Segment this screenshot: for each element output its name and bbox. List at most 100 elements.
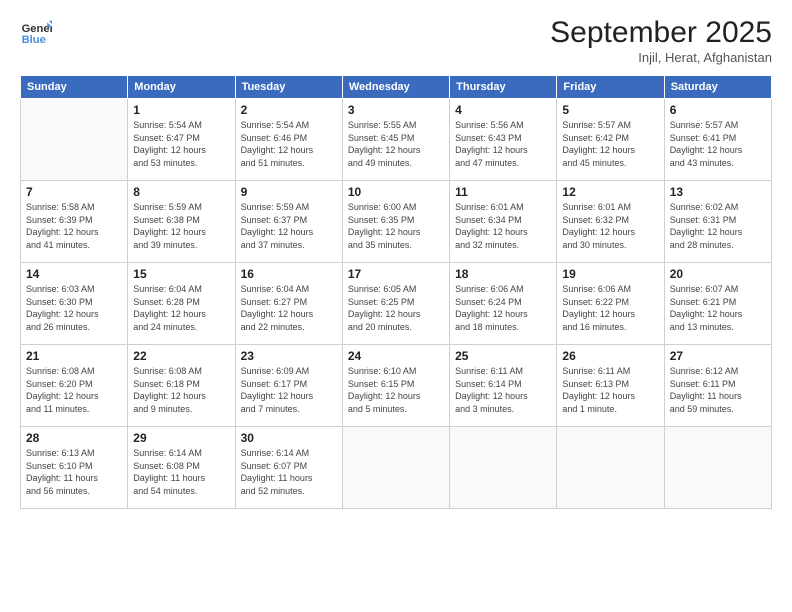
cell-3-2: 23 Sunrise: 6:09 AM Sunset: 6:17 PM Dayli… — [235, 345, 342, 427]
day-info-0-5: Sunrise: 5:57 AM Sunset: 6:42 PM Dayligh… — [562, 119, 658, 169]
cell-2-3: 17 Sunrise: 6:05 AM Sunset: 6:25 PM Dayli… — [342, 263, 449, 345]
cell-1-6: 13Sunrise: 6:02 AM Sunset: 6:31 PM Dayli… — [664, 181, 771, 263]
cell-1-3: 10 Sunrise: 6:00 AM Sunset: 6:35 PM Dayli… — [342, 181, 449, 263]
day-info-4-2: Sunrise: 6:14 AM Sunset: 6:07 PM Dayligh… — [241, 447, 337, 497]
day-info-3-4: Sunrise: 6:11 AM Sunset: 6:14 PM Dayligh… — [455, 365, 551, 415]
cell-1-5: 12 Sunrise: 6:01 AM Sunset: 6:32 PM Dayli… — [557, 181, 664, 263]
cell-0-0 — [21, 99, 128, 181]
day-info-3-0: Sunrise: 6:08 AM Sunset: 6:20 PM Dayligh… — [26, 365, 122, 415]
day-info-2-5: Sunrise: 6:06 AM Sunset: 6:22 PM Dayligh… — [562, 283, 658, 333]
day-number-3-4: 25 — [455, 349, 551, 363]
day-number-0-4: 4 — [455, 103, 551, 117]
day-info-1-2: Sunrise: 5:59 AM Sunset: 6:37 PM Dayligh… — [241, 201, 337, 251]
cell-1-1: 8 Sunrise: 5:59 AM Sunset: 6:38 PM Daylig… — [128, 181, 235, 263]
cell-4-3 — [342, 427, 449, 509]
cell-2-4: 18 Sunrise: 6:06 AM Sunset: 6:24 PM Dayli… — [450, 263, 557, 345]
week-row-0: 1Sunrise: 5:54 AM Sunset: 6:47 PM Daylig… — [21, 99, 772, 181]
day-number-1-1: 8 — [133, 185, 229, 199]
calendar-table: Sunday Monday Tuesday Wednesday Thursday… — [20, 75, 772, 509]
day-number-0-2: 2 — [241, 103, 337, 117]
day-info-1-5: Sunrise: 6:01 AM Sunset: 6:32 PM Dayligh… — [562, 201, 658, 251]
cell-0-6: 6 Sunrise: 5:57 AM Sunset: 6:41 PM Daylig… — [664, 99, 771, 181]
day-number-0-3: 3 — [348, 103, 444, 117]
day-info-2-6: Sunrise: 6:07 AM Sunset: 6:21 PM Dayligh… — [670, 283, 766, 333]
day-info-1-0: Sunrise: 5:58 AM Sunset: 6:39 PM Dayligh… — [26, 201, 122, 251]
day-number-1-2: 9 — [241, 185, 337, 199]
day-info-2-3: Sunrise: 6:05 AM Sunset: 6:25 PM Dayligh… — [348, 283, 444, 333]
day-info-4-1: Sunrise: 6:14 AM Sunset: 6:08 PM Dayligh… — [133, 447, 229, 497]
day-number-2-3: 17 — [348, 267, 444, 281]
header-sunday: Sunday — [21, 76, 128, 99]
cell-1-2: 9 Sunrise: 5:59 AM Sunset: 6:37 PM Daylig… — [235, 181, 342, 263]
cell-2-0: 14 Sunrise: 6:03 AM Sunset: 6:30 PM Dayli… — [21, 263, 128, 345]
week-row-4: 28 Sunrise: 6:13 AM Sunset: 6:10 PM Dayli… — [21, 427, 772, 509]
day-info-2-2: Sunrise: 6:04 AM Sunset: 6:27 PM Dayligh… — [241, 283, 337, 333]
day-number-2-1: 15 — [133, 267, 229, 281]
day-number-4-2: 30 — [241, 431, 337, 445]
day-info-3-5: Sunrise: 6:11 AM Sunset: 6:13 PM Dayligh… — [562, 365, 658, 415]
day-number-3-3: 24 — [348, 349, 444, 363]
cell-0-4: 4Sunrise: 5:56 AM Sunset: 6:43 PM Daylig… — [450, 99, 557, 181]
cell-3-4: 25 Sunrise: 6:11 AM Sunset: 6:14 PM Dayli… — [450, 345, 557, 427]
week-row-2: 14 Sunrise: 6:03 AM Sunset: 6:30 PM Dayli… — [21, 263, 772, 345]
week-row-1: 7Sunrise: 5:58 AM Sunset: 6:39 PM Daylig… — [21, 181, 772, 263]
cell-3-3: 24 Sunrise: 6:10 AM Sunset: 6:15 PM Dayli… — [342, 345, 449, 427]
day-info-4-0: Sunrise: 6:13 AM Sunset: 6:10 PM Dayligh… — [26, 447, 122, 497]
cell-4-0: 28 Sunrise: 6:13 AM Sunset: 6:10 PM Dayli… — [21, 427, 128, 509]
day-info-0-6: Sunrise: 5:57 AM Sunset: 6:41 PM Dayligh… — [670, 119, 766, 169]
day-number-1-4: 11 — [455, 185, 551, 199]
cell-1-4: 11 Sunrise: 6:01 AM Sunset: 6:34 PM Dayli… — [450, 181, 557, 263]
day-number-2-2: 16 — [241, 267, 337, 281]
cell-2-5: 19 Sunrise: 6:06 AM Sunset: 6:22 PM Dayli… — [557, 263, 664, 345]
page: General Blue September 2025 Injil, Herat… — [0, 0, 792, 612]
header-tuesday: Tuesday — [235, 76, 342, 99]
logo-icon: General Blue — [20, 16, 52, 48]
day-number-2-5: 19 — [562, 267, 658, 281]
day-info-3-1: Sunrise: 6:08 AM Sunset: 6:18 PM Dayligh… — [133, 365, 229, 415]
day-number-1-3: 10 — [348, 185, 444, 199]
day-number-0-6: 6 — [670, 103, 766, 117]
cell-4-1: 29 Sunrise: 6:14 AM Sunset: 6:08 PM Dayli… — [128, 427, 235, 509]
logo: General Blue — [20, 16, 52, 48]
cell-2-6: 20 Sunrise: 6:07 AM Sunset: 6:21 PM Dayli… — [664, 263, 771, 345]
day-info-0-1: Sunrise: 5:54 AM Sunset: 6:47 PM Dayligh… — [133, 119, 229, 169]
day-number-4-1: 29 — [133, 431, 229, 445]
cell-1-0: 7Sunrise: 5:58 AM Sunset: 6:39 PM Daylig… — [21, 181, 128, 263]
day-info-2-0: Sunrise: 6:03 AM Sunset: 6:30 PM Dayligh… — [26, 283, 122, 333]
header-thursday: Thursday — [450, 76, 557, 99]
header-monday: Monday — [128, 76, 235, 99]
day-number-4-0: 28 — [26, 431, 122, 445]
day-number-2-4: 18 — [455, 267, 551, 281]
day-number-1-6: 13 — [670, 185, 766, 199]
day-number-2-0: 14 — [26, 267, 122, 281]
day-info-3-2: Sunrise: 6:09 AM Sunset: 6:17 PM Dayligh… — [241, 365, 337, 415]
day-number-1-5: 12 — [562, 185, 658, 199]
header-saturday: Saturday — [664, 76, 771, 99]
day-info-0-3: Sunrise: 5:55 AM Sunset: 6:45 PM Dayligh… — [348, 119, 444, 169]
day-number-0-5: 5 — [562, 103, 658, 117]
day-number-3-6: 27 — [670, 349, 766, 363]
cell-0-1: 1Sunrise: 5:54 AM Sunset: 6:47 PM Daylig… — [128, 99, 235, 181]
cell-2-1: 15 Sunrise: 6:04 AM Sunset: 6:28 PM Dayli… — [128, 263, 235, 345]
cell-4-4 — [450, 427, 557, 509]
day-info-2-1: Sunrise: 6:04 AM Sunset: 6:28 PM Dayligh… — [133, 283, 229, 333]
cell-2-2: 16 Sunrise: 6:04 AM Sunset: 6:27 PM Dayli… — [235, 263, 342, 345]
week-row-3: 21 Sunrise: 6:08 AM Sunset: 6:20 PM Dayli… — [21, 345, 772, 427]
calendar-subtitle: Injil, Herat, Afghanistan — [550, 50, 772, 65]
header-friday: Friday — [557, 76, 664, 99]
day-info-2-4: Sunrise: 6:06 AM Sunset: 6:24 PM Dayligh… — [455, 283, 551, 333]
day-info-3-3: Sunrise: 6:10 AM Sunset: 6:15 PM Dayligh… — [348, 365, 444, 415]
day-number-3-2: 23 — [241, 349, 337, 363]
day-info-1-1: Sunrise: 5:59 AM Sunset: 6:38 PM Dayligh… — [133, 201, 229, 251]
day-info-1-3: Sunrise: 6:00 AM Sunset: 6:35 PM Dayligh… — [348, 201, 444, 251]
cell-4-6 — [664, 427, 771, 509]
day-number-3-5: 26 — [562, 349, 658, 363]
day-number-3-0: 21 — [26, 349, 122, 363]
weekday-header-row: Sunday Monday Tuesday Wednesday Thursday… — [21, 76, 772, 99]
day-info-1-4: Sunrise: 6:01 AM Sunset: 6:34 PM Dayligh… — [455, 201, 551, 251]
day-info-3-6: Sunrise: 6:12 AM Sunset: 6:11 PM Dayligh… — [670, 365, 766, 415]
cell-0-2: 2 Sunrise: 5:54 AM Sunset: 6:46 PM Daylig… — [235, 99, 342, 181]
day-info-0-2: Sunrise: 5:54 AM Sunset: 6:46 PM Dayligh… — [241, 119, 337, 169]
svg-text:Blue: Blue — [22, 34, 46, 46]
day-number-2-6: 20 — [670, 267, 766, 281]
